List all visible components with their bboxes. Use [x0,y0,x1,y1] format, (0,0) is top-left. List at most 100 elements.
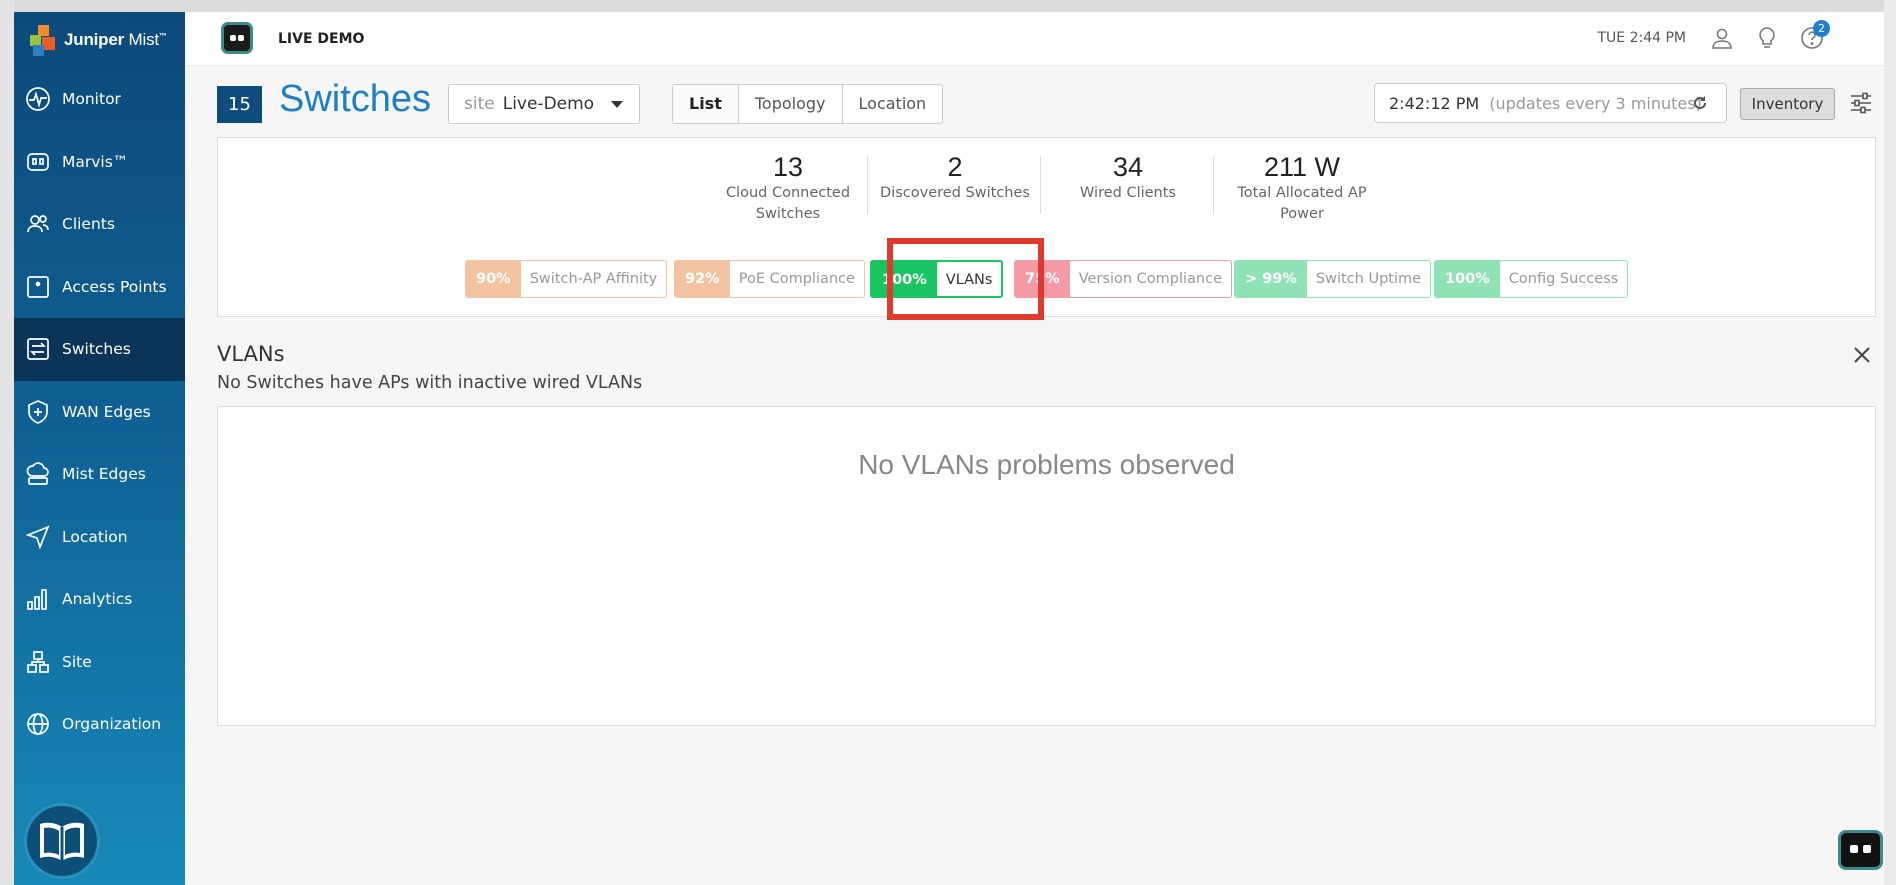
view-tab-topology[interactable]: Topology [739,85,843,123]
sle-poe-compliance[interactable]: 92% PoE Compliance [674,260,865,298]
sle-name: PoE Compliance [738,271,855,287]
sidebar-item-wan-edges[interactable]: WAN Edges [14,381,185,444]
stat-value: 211 W [1263,152,1341,182]
divider [1040,156,1041,214]
sidebar-item-label: WAN Edges [62,402,151,421]
site-selector[interactable]: site Live-Demo [448,84,640,124]
highlight-box [887,238,1044,320]
stat-value: 34 [1112,152,1144,182]
sle-percent: > 99% [1235,261,1307,297]
switch-count: 15 [217,86,262,123]
last-update-box: 2:42:12 PM (updates every 3 minutes) [1374,83,1727,123]
help-badge: 2 [1813,20,1830,37]
stat-label: Wired Clients [1080,185,1176,201]
sidebar-item-location[interactable]: Location [14,506,185,569]
sidebar-item-label: Analytics [62,590,133,609]
sidebar-item-switches[interactable]: Switches [14,318,185,381]
page-title: Switches [279,78,432,120]
sidebar-item-site[interactable]: Site [14,631,185,694]
sidebar-item-organization[interactable]: Organization [14,693,185,756]
sidebar-item-label: Site [62,652,92,671]
sle-version-compliance[interactable]: 75% Version Compliance [1014,260,1232,298]
site-icon [24,648,52,676]
sidebar-item-access-points[interactable]: Access Points [14,256,185,319]
sle-percent: 100% [1435,261,1500,297]
main-content: 15 Switches site Live-Demo List Topology… [185,66,1884,885]
section-title: VLANs [217,342,285,366]
view-switcher: List Topology Location [672,84,944,124]
close-icon[interactable] [1851,344,1873,366]
stat-label: Total Allocated AP [1237,185,1367,201]
site-label: site [464,94,495,114]
clients-icon [24,210,52,238]
help-icon[interactable]: 2 [1800,20,1830,50]
stat-wired-clients[interactable]: 34 Wired Clients [1044,152,1212,204]
stat-value: 13 [772,152,804,182]
sidebar-item-label: Location [62,527,128,546]
sle-config-success[interactable]: 100% Config Success [1434,260,1629,298]
divider [867,156,868,214]
switch-icon [24,335,52,363]
sidebar-item-clients[interactable]: Clients [14,193,185,256]
sidebar-item-mist-edges[interactable]: Mist Edges [14,443,185,506]
stat-label: Power [1280,206,1324,222]
juniper-mist-logo[interactable]: Juniper Mist™ [14,12,185,68]
stat-label: Discovered Switches [880,185,1030,201]
lightbulb-icon[interactable] [1755,26,1779,50]
stat-ap-power[interactable]: 211 W Total Allocated AP Power [1218,152,1386,225]
sidebar-item-marvis[interactable]: Marvis™ [14,131,185,194]
inventory-button[interactable]: Inventory [1740,88,1835,120]
sle-percent: 92% [675,261,730,297]
sidebar-item-label: Mist Edges [62,465,146,484]
sle-switch-ap-affinity[interactable]: 90% Switch-AP Affinity [465,260,668,298]
stat-label: Switches [755,206,821,222]
sidebar-item-label: Switches [62,340,131,359]
divider [1213,156,1214,214]
sle-name: Switch-AP Affinity [529,271,658,287]
refresh-icon[interactable] [1692,95,1708,111]
globe-icon [24,710,52,738]
view-tab-list[interactable]: List [673,85,739,123]
sle-percent: 90% [466,261,521,297]
view-tab-location[interactable]: Location [843,85,943,123]
stat-cloud-connected[interactable]: 13 Cloud Connected Switches [713,152,863,225]
section-subtitle: No Switches have APs with inactive wired… [217,373,643,393]
empty-state-message: No VLANs problems observed [858,449,1235,480]
vlan-detail-panel: No VLANs problems observed [217,406,1876,726]
logo-text: Juniper Mist™ [64,30,167,49]
sidebar-item-label: Monitor [62,90,121,109]
logo-icon [30,25,58,56]
sle-name: Config Success [1508,271,1619,287]
marvis-icon [24,148,52,176]
sidebar-item-analytics[interactable]: Analytics [14,568,185,631]
site-value: Live-Demo [502,94,595,114]
documentation-book-icon[interactable] [24,803,100,879]
frame-top [0,0,1896,12]
chevron-down-icon [611,101,623,108]
sle-name: Version Compliance [1078,271,1222,287]
access-point-icon [24,273,52,301]
stat-discovered-switches[interactable]: 2 Discovered Switches [870,152,1040,204]
sidebar-item-label: Access Points [62,277,167,296]
chat-bot-icon[interactable] [1838,830,1883,870]
frame-left [0,0,14,885]
monitor-icon [24,85,52,113]
sidebar-item-monitor[interactable]: Monitor [14,68,185,131]
marvis-assistant-icon[interactable] [221,22,253,54]
sidebar-item-label: Organization [62,715,162,734]
current-time: TUE 2:44 PM [1597,30,1686,46]
sle-name: Switch Uptime [1315,271,1422,287]
sidebar-item-label: Clients [62,215,115,234]
org-name[interactable]: LIVE DEMO [278,31,364,47]
update-note: (updates every 3 minutes) [1489,93,1702,113]
sidebar: Juniper Mist™ Monitor Marvis™ Clients Ac… [14,12,185,885]
stat-value: 2 [947,152,963,182]
user-icon[interactable] [1710,26,1734,50]
top-bar: LIVE DEMO TUE 2:44 PM 2 [185,12,1884,66]
analytics-icon [24,585,52,613]
sle-switch-uptime[interactable]: > 99% Switch Uptime [1234,260,1432,298]
update-time: 2:42:12 PM [1389,93,1480,113]
table-settings-icon[interactable] [1849,92,1873,114]
frame-right [1884,0,1896,885]
stat-label: Cloud Connected [725,185,851,201]
